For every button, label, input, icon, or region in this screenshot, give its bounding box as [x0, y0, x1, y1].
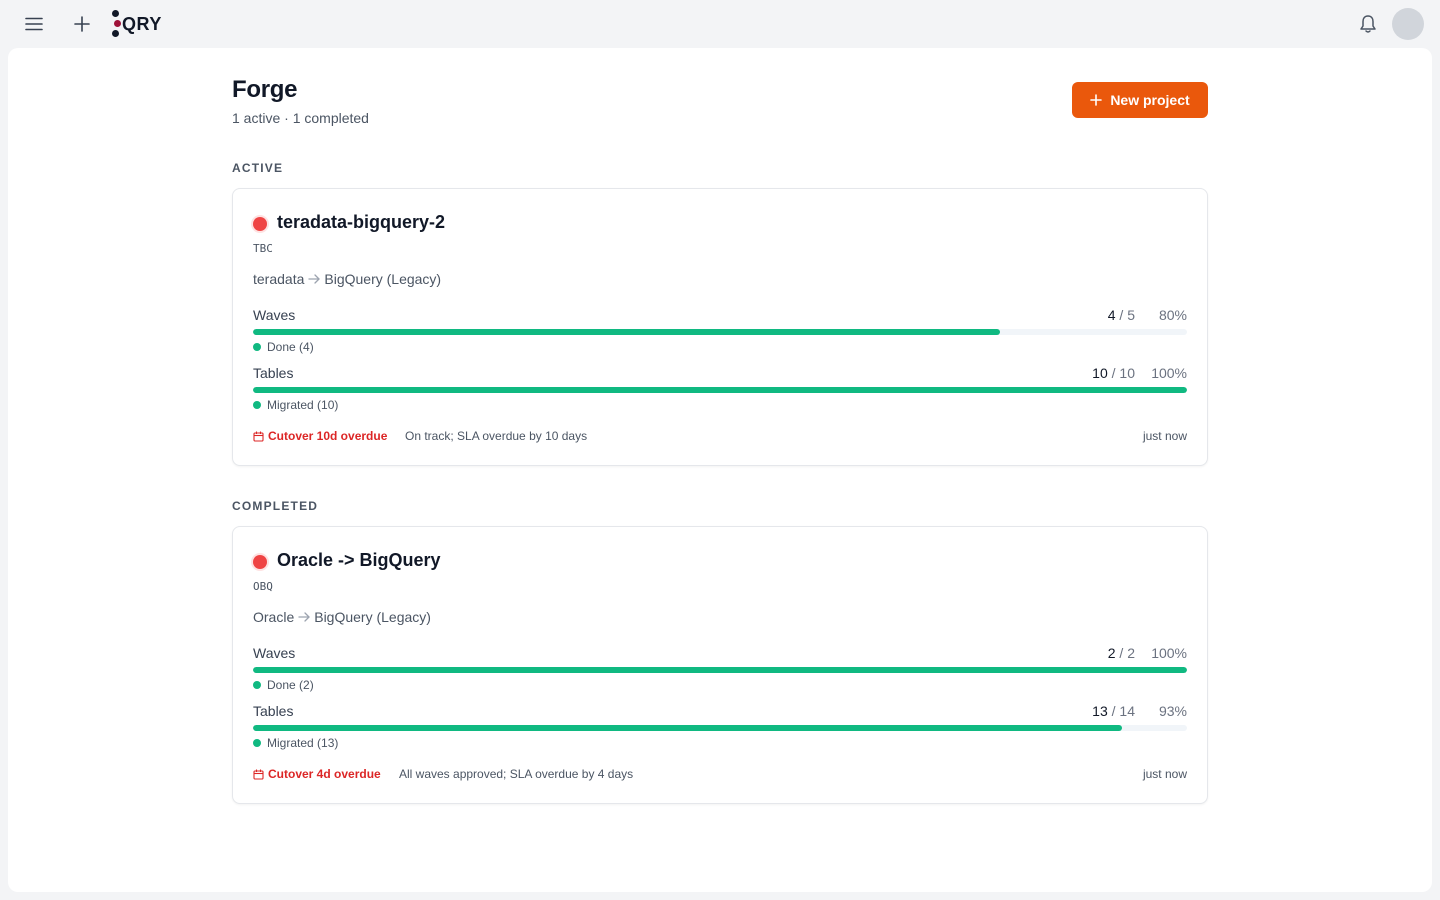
waves-metric: Waves 2 / 2 100% — [253, 645, 1187, 665]
tables-count: 10 / 10 — [1092, 365, 1135, 381]
source-system: Oracle — [253, 609, 295, 625]
waves-total: / 2 — [1119, 645, 1135, 661]
waves-percent: 80% — [1158, 307, 1187, 323]
logo-text: QRY — [122, 13, 162, 34]
legend-dot — [253, 681, 261, 689]
tables-count: 13 / 14 — [1092, 703, 1135, 719]
waves-label: Waves — [253, 307, 296, 323]
status-note: On track; SLA overdue by 10 days — [405, 429, 588, 443]
waves-progress-fill — [253, 667, 1187, 673]
waves-count: 2 / 2 — [1108, 645, 1135, 661]
project-name[interactable]: Oracle -> BigQuery — [277, 550, 441, 571]
waves-legend: Done (2) — [253, 678, 314, 692]
waves-progress-bar — [253, 329, 1187, 335]
tables-progress-fill — [253, 725, 1122, 731]
migration-route: teradata BigQuery (Legacy) — [253, 271, 441, 287]
status-indicator — [253, 217, 267, 231]
waves-legend: Done (4) — [253, 340, 314, 354]
waves-count: 4 / 5 — [1108, 307, 1135, 323]
calendar-icon — [253, 769, 264, 780]
main-panel: Forge 1 active · 1 completed New project… — [8, 48, 1432, 892]
waves-label: Waves — [253, 645, 296, 661]
new-project-button[interactable]: New project — [1072, 82, 1208, 118]
project-card[interactable]: Oracle -> BigQuery OBQ Oracle BigQuery (… — [232, 526, 1208, 804]
arrow-right-icon — [298, 612, 310, 622]
project-code: OBQ — [253, 580, 273, 593]
page-title: Forge — [232, 76, 298, 103]
tables-metric: Tables 13 / 14 93% — [253, 703, 1187, 723]
tables-percent: 93% — [1158, 703, 1187, 719]
waves-progress-bar — [253, 667, 1187, 673]
page-subtitle: 1 active · 1 completed — [232, 110, 369, 126]
qry-logo[interactable]: QRY — [111, 9, 162, 39]
last-updated: just now — [1142, 429, 1187, 443]
section-completed-label: COMPLETED — [232, 499, 319, 513]
tables-legend-label: Migrated (13) — [267, 736, 339, 750]
legend-dot — [253, 739, 261, 747]
tables-progress-fill — [253, 387, 1187, 393]
tables-label: Tables — [253, 703, 294, 719]
cutover-label: Cutover 4d overdue — [268, 767, 381, 781]
target-system: BigQuery (Legacy) — [324, 271, 442, 287]
cutover-label: Cutover 10d overdue — [268, 429, 388, 443]
waves-percent: 100% — [1151, 645, 1187, 661]
top-bar: QRY — [0, 0, 1440, 48]
tables-progress-bar — [253, 387, 1187, 393]
tables-done: 13 — [1092, 703, 1108, 719]
arrow-right-icon — [308, 274, 321, 284]
cutover-status: Cutover 4d overdue — [253, 767, 381, 781]
legend-dot — [253, 401, 261, 409]
waves-legend-label: Done (4) — [267, 340, 314, 354]
section-active-label: ACTIVE — [232, 161, 284, 175]
tables-total: / 10 — [1111, 365, 1135, 381]
tables-legend: Migrated (13) — [253, 736, 338, 750]
tables-label: Tables — [253, 365, 294, 381]
tables-progress-bar — [253, 725, 1187, 731]
bell-icon[interactable] — [1352, 8, 1384, 40]
waves-progress-fill — [253, 329, 1001, 335]
tables-total: / 14 — [1111, 703, 1135, 719]
source-system: teradata — [253, 271, 305, 287]
logo-mark — [111, 9, 121, 39]
plus-icon — [1090, 94, 1103, 106]
status-note: All waves approved; SLA overdue by 4 day… — [399, 767, 634, 781]
project-card[interactable]: teradata-bigquery-2 TBC teradata BigQuer… — [232, 188, 1208, 466]
tables-metric: Tables 10 / 10 100% — [253, 365, 1187, 385]
status-indicator — [253, 555, 267, 569]
legend-dot — [253, 343, 261, 351]
avatar[interactable] — [1392, 8, 1424, 40]
waves-metric: Waves 4 / 5 80% — [253, 307, 1187, 327]
waves-legend-label: Done (2) — [267, 678, 314, 692]
calendar-icon — [253, 431, 264, 442]
new-project-label: New project — [1110, 92, 1190, 108]
project-name[interactable]: teradata-bigquery-2 — [277, 212, 445, 233]
waves-done: 4 — [1107, 307, 1116, 323]
menu-icon[interactable] — [18, 8, 50, 40]
waves-done: 2 — [1107, 645, 1116, 661]
tables-legend: Migrated (10) — [253, 398, 338, 412]
project-code: TBC — [253, 242, 273, 255]
last-updated: just now — [1142, 767, 1187, 781]
tables-percent: 100% — [1151, 365, 1187, 381]
target-system: BigQuery (Legacy) — [314, 609, 431, 625]
migration-route: Oracle BigQuery (Legacy) — [253, 609, 431, 625]
cutover-status: Cutover 10d overdue — [253, 429, 387, 443]
tables-legend-label: Migrated (10) — [267, 398, 339, 412]
plus-icon[interactable] — [66, 8, 98, 40]
tables-done: 10 — [1092, 365, 1108, 381]
waves-total: / 5 — [1119, 307, 1135, 323]
